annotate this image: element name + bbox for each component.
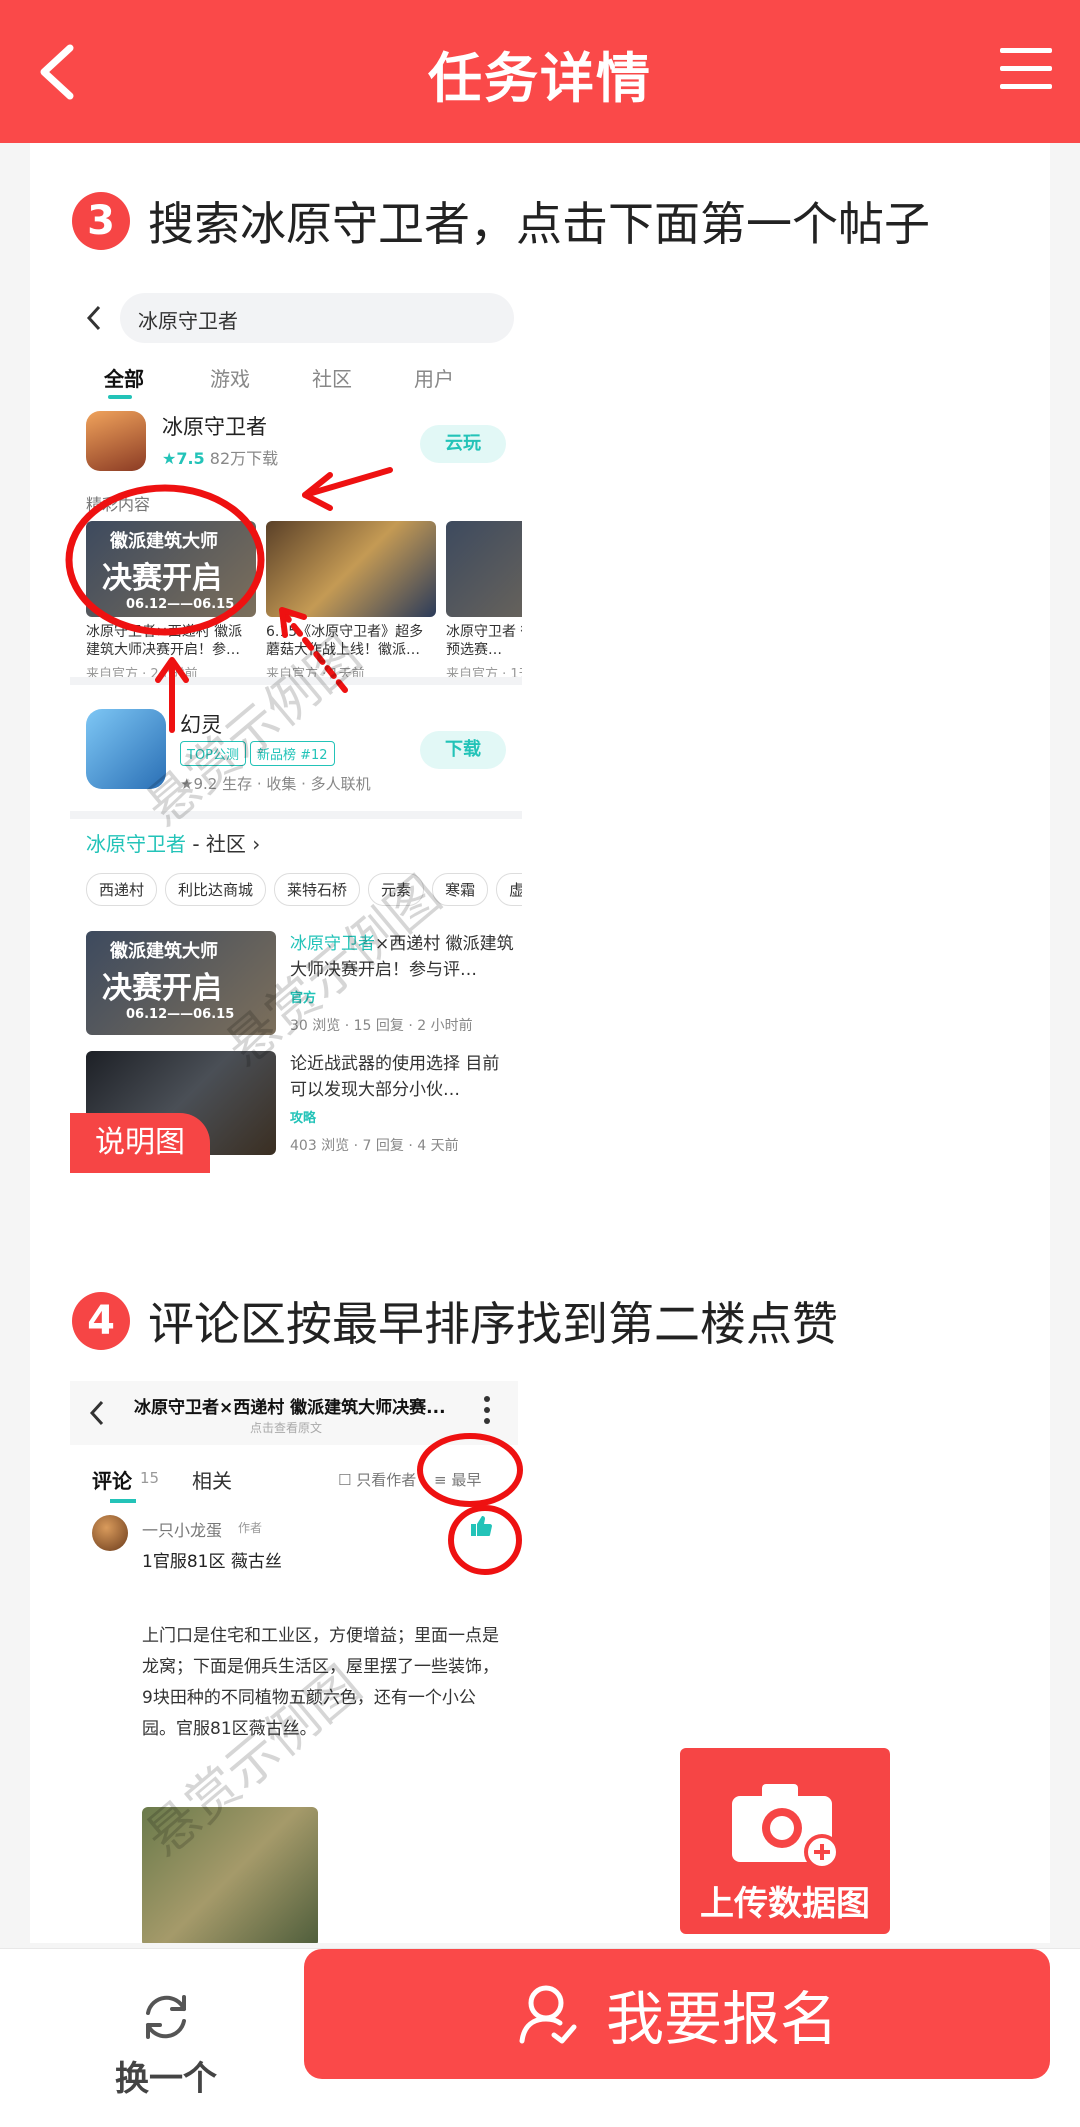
swap-label: 换一个 <box>115 2059 217 2099</box>
camera-icon <box>732 1784 840 1868</box>
step-text: 评论区按最早排序找到第二楼点赞 <box>148 1297 838 1351</box>
sort-earliest: ≡ 最早 <box>434 1471 482 1489</box>
post-thumbnail <box>446 521 522 617</box>
upload-label: 上传数据图 <box>700 1884 870 1924</box>
explain-tag: 说明图 <box>70 1113 210 1173</box>
avatar <box>92 1515 128 1551</box>
swap-button[interactable]: 换一个 <box>110 1989 222 2100</box>
user-check-icon <box>519 1985 577 2044</box>
comment-tabs: 评论 15 相关 ☐ 只看作者 ≡ 最早 <box>70 1451 518 1503</box>
tab-related: 相关 <box>192 1469 232 1493</box>
post-subtitle: 点击查看原文 <box>250 1421 323 1435</box>
step-3: 3 搜索冰原守卫者，点击下面第一个帖子 <box>72 188 930 254</box>
bottom-bar: 换一个 我要报名 <box>0 1948 1080 2127</box>
game-icon <box>86 411 146 471</box>
back-chevron-icon <box>89 1400 104 1426</box>
post-topbar: 冰原守卫者×西递村 徽派建筑大师决赛... 点击查看原文 <box>70 1381 518 1445</box>
menu-icon[interactable] <box>998 44 1054 92</box>
step-4: 4 评论区按最早排序找到第二楼点赞 <box>72 1288 838 1354</box>
download-button: 下载 <box>420 731 506 769</box>
only-author-toggle: ☐ 只看作者 <box>338 1471 417 1489</box>
tab-underline <box>108 395 132 399</box>
cloud-play-button: 云玩 <box>420 425 506 463</box>
signup-label: 我要报名 <box>605 1985 838 2053</box>
tab-users: 用户 <box>414 367 454 391</box>
comment-count: 15 <box>140 1469 160 1487</box>
post-card-third: 冰原守卫者 徽派建筑大师预选赛… 来自官方 · 1天前 <box>446 521 522 682</box>
post-tag: 攻略 <box>290 1111 317 1126</box>
task-content: 3 搜索冰原守卫者，点击下面第一个帖子 冰原守卫者 全部 游戏 社区 用户 冰原… <box>30 143 1050 1943</box>
step-text: 搜索冰原守卫者，点击下面第一个帖子 <box>148 197 930 251</box>
comment-first-line: 1官服81区 薇古丝 <box>142 1552 282 1572</box>
tab-community: 社区 <box>312 367 352 391</box>
section-label: 精彩内容 <box>86 495 151 514</box>
post-thumbnail: 徽派建筑大师 决赛开启 06.12——06.15 <box>86 521 256 617</box>
post-title: 冰原守卫者 徽派建筑大师预选赛… <box>446 624 522 658</box>
back-chevron-icon <box>86 305 101 331</box>
community-chips: 西递村利比达商城莱特石桥元素寒霜虚空 <box>86 873 522 906</box>
step-number: 3 <box>72 192 130 250</box>
signup-button[interactable]: 我要报名 <box>304 1949 1050 2079</box>
refresh-icon <box>146 1995 186 2039</box>
app-header: 任务详情 <box>0 0 1080 143</box>
search-tabs: 全部 游戏 社区 用户 <box>70 359 522 399</box>
tab-underline <box>110 1499 136 1503</box>
game-meta: ★7.5 82万下载 <box>162 449 279 468</box>
divider <box>70 811 522 819</box>
upload-data-button[interactable]: 上传数据图 <box>680 1748 890 1934</box>
post-title: 论近战武器的使用选择 目前可以发现大部分小伙… <box>290 1054 500 1100</box>
search-input: 冰原守卫者 <box>120 293 514 343</box>
post-stats: 403 浏览 · 7 回复 · 4 天前 <box>290 1138 459 1154</box>
game-name: 冰原守卫者 <box>162 415 267 439</box>
thumbs-up-icon <box>471 1516 492 1536</box>
search-bar: 冰原守卫者 <box>70 283 522 353</box>
tab-games: 游戏 <box>210 367 250 391</box>
post-title: 冰原守卫者×西递村 徽派建筑大师决赛开启！参… <box>86 624 243 658</box>
page-title: 任务详情 <box>428 47 652 110</box>
comment-username: 一只小龙蛋 <box>142 1521 223 1540</box>
post-card-first: 徽派建筑大师 决赛开启 06.12——06.15 冰原守卫者×西递村 徽派建筑大… <box>86 521 256 682</box>
more-icon <box>484 1396 490 1424</box>
post-title: 冰原守卫者×西递村 徽派建筑大师决赛... <box>134 1398 446 1418</box>
step-number: 4 <box>72 1292 130 1350</box>
tab-comments: 评论 <box>92 1469 132 1493</box>
tab-all: 全部 <box>104 367 144 391</box>
author-badge: 作者 <box>238 1521 263 1535</box>
example-screenshot-comments: 冰原守卫者×西递村 徽派建筑大师决赛... 点击查看原文 评论 15 相关 ☐ … <box>70 1381 518 1943</box>
post-thumbnail <box>266 521 436 617</box>
